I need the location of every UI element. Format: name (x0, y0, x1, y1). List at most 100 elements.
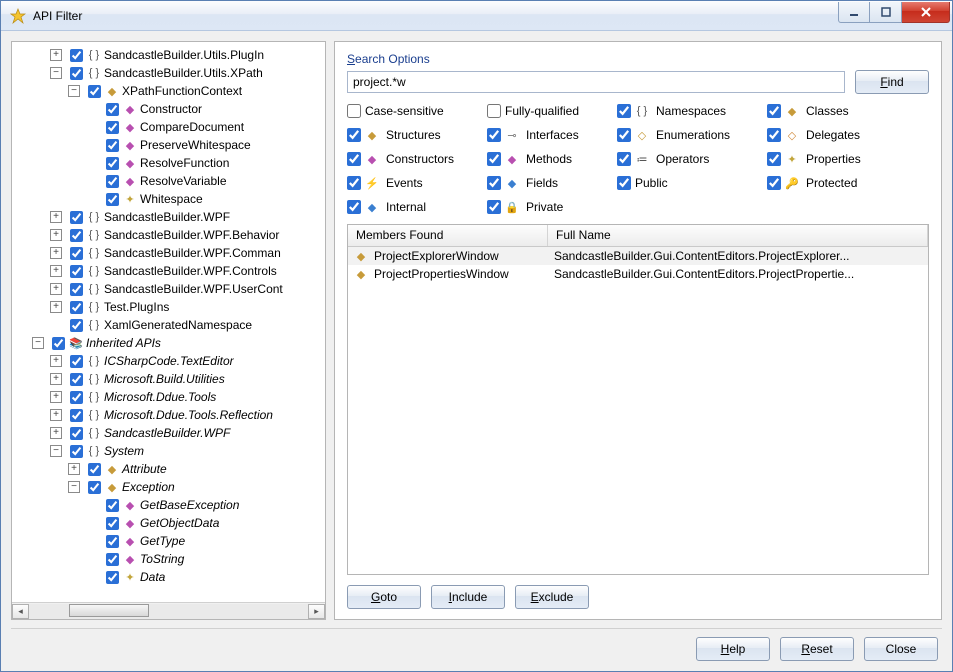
exclude-button[interactable]: Exclude (515, 585, 589, 609)
filter-option[interactable]: ◆Internal (347, 200, 487, 214)
tree-checkbox[interactable] (70, 409, 83, 422)
tree-checkbox[interactable] (106, 499, 119, 512)
filter-checkbox[interactable] (487, 104, 501, 118)
results-body[interactable]: ◆ProjectExplorerWindowSandcastleBuilder.… (348, 247, 928, 574)
tree-checkbox[interactable] (106, 139, 119, 152)
result-row[interactable]: ◆ProjectExplorerWindowSandcastleBuilder.… (348, 247, 928, 265)
filter-option[interactable]: { }Namespaces (617, 104, 767, 118)
expand-toggle[interactable]: + (50, 427, 62, 439)
tree-node[interactable]: +◆Attribute (14, 460, 325, 478)
result-row[interactable]: ◆ProjectPropertiesWindowSandcastleBuilde… (348, 265, 928, 283)
expand-toggle[interactable]: + (50, 373, 62, 385)
tree-checkbox[interactable] (106, 157, 119, 170)
expand-toggle[interactable]: + (50, 49, 62, 61)
tree-checkbox[interactable] (106, 571, 119, 584)
tree-node[interactable]: ✦Data (14, 568, 325, 586)
expand-toggle[interactable]: − (68, 85, 80, 97)
filter-checkbox[interactable] (617, 152, 631, 166)
tree-node[interactable]: +{ }SandcastleBuilder.WPF.Controls (14, 262, 325, 280)
filter-checkbox[interactable] (487, 200, 501, 214)
column-members-found[interactable]: Members Found (348, 225, 548, 246)
filter-checkbox[interactable] (487, 176, 501, 190)
titlebar[interactable]: API Filter (1, 1, 952, 31)
tree-node[interactable]: −◆Exception (14, 478, 325, 496)
tree-checkbox[interactable] (70, 373, 83, 386)
tree-node[interactable]: { }XamlGeneratedNamespace (14, 316, 325, 334)
tree-checkbox[interactable] (70, 49, 83, 62)
tree-scroll[interactable]: +{ }SandcastleBuilder.Utils.PlugIn−{ }Sa… (12, 42, 325, 602)
filter-option[interactable]: ⊸Interfaces (487, 128, 617, 142)
scroll-thumb[interactable] (69, 604, 149, 617)
filter-checkbox[interactable] (617, 104, 631, 118)
filter-option[interactable]: ⚡Events (347, 176, 487, 190)
tree-node[interactable]: −{ }System (14, 442, 325, 460)
tree-checkbox[interactable] (70, 301, 83, 314)
expand-toggle[interactable]: + (68, 463, 80, 475)
filter-option[interactable]: ◆Classes (767, 104, 897, 118)
tree-checkbox[interactable] (70, 67, 83, 80)
tree-node[interactable]: ◆ToString (14, 550, 325, 568)
tree-node[interactable]: −◆XPathFunctionContext (14, 82, 325, 100)
tree-node[interactable]: ◆ResolveVariable (14, 172, 325, 190)
close-dialog-button[interactable]: Close (864, 637, 938, 661)
tree-checkbox[interactable] (106, 175, 119, 188)
tree-checkbox[interactable] (88, 463, 101, 476)
filter-option[interactable]: ◆Structures (347, 128, 487, 142)
tree-node[interactable]: ◆PreserveWhitespace (14, 136, 325, 154)
filter-checkbox[interactable] (347, 104, 361, 118)
scroll-track[interactable] (29, 604, 308, 619)
tree-checkbox[interactable] (106, 103, 119, 116)
tree-checkbox[interactable] (106, 517, 119, 530)
expand-toggle[interactable]: + (50, 391, 62, 403)
tree-node[interactable]: −📚Inherited APIs (14, 334, 325, 352)
tree-node[interactable]: +{ }ICSharpCode.TextEditor (14, 352, 325, 370)
scroll-left-button[interactable]: ◂ (12, 604, 29, 619)
expand-toggle[interactable]: + (50, 355, 62, 367)
tree-checkbox[interactable] (70, 391, 83, 404)
tree-node[interactable]: +{ }Microsoft.Ddue.Tools (14, 388, 325, 406)
tree-node[interactable]: ◆ResolveFunction (14, 154, 325, 172)
tree-checkbox[interactable] (70, 283, 83, 296)
tree-checkbox[interactable] (70, 211, 83, 224)
tree-checkbox[interactable] (70, 229, 83, 242)
tree-checkbox[interactable] (70, 319, 83, 332)
filter-checkbox[interactable] (767, 176, 781, 190)
filter-checkbox[interactable] (347, 128, 361, 142)
tree-checkbox[interactable] (106, 121, 119, 134)
tree-node[interactable]: ◆Constructor (14, 100, 325, 118)
expand-toggle[interactable]: − (32, 337, 44, 349)
filter-option[interactable]: ✦Properties (767, 152, 897, 166)
close-button[interactable] (902, 2, 950, 23)
tree-node[interactable]: ◆GetType (14, 532, 325, 550)
tree-node[interactable]: ◆GetObjectData (14, 514, 325, 532)
expand-toggle[interactable]: − (50, 445, 62, 457)
tree-node[interactable]: +{ }Microsoft.Build.Utilities (14, 370, 325, 388)
tree-node[interactable]: +{ }SandcastleBuilder.WPF.Behavior (14, 226, 325, 244)
goto-button[interactable]: Goto (347, 585, 421, 609)
tree-checkbox[interactable] (106, 535, 119, 548)
tree-checkbox[interactable] (70, 355, 83, 368)
tree-node[interactable]: +{ }SandcastleBuilder.WPF (14, 424, 325, 442)
expand-toggle[interactable]: − (68, 481, 80, 493)
scroll-right-button[interactable]: ▸ (308, 604, 325, 619)
tree-checkbox[interactable] (70, 445, 83, 458)
filter-checkbox[interactable] (617, 128, 631, 142)
tree-node[interactable]: ✦Whitespace (14, 190, 325, 208)
include-button[interactable]: Include (431, 585, 505, 609)
filter-option[interactable]: ◆Methods (487, 152, 617, 166)
tree-node[interactable]: +{ }SandcastleBuilder.WPF.UserCont (14, 280, 325, 298)
tree-node[interactable]: ◆CompareDocument (14, 118, 325, 136)
filter-option[interactable]: ◆Fields (487, 176, 617, 190)
expand-toggle[interactable]: + (50, 301, 62, 313)
tree-node[interactable]: +{ }SandcastleBuilder.WPF (14, 208, 325, 226)
filter-checkbox[interactable] (487, 152, 501, 166)
expand-toggle[interactable]: + (50, 211, 62, 223)
filter-option[interactable]: 🔑Protected (767, 176, 897, 190)
filter-option[interactable]: 🔒Private (487, 200, 617, 214)
api-tree[interactable]: +{ }SandcastleBuilder.Utils.PlugIn−{ }Sa… (14, 46, 325, 586)
search-input[interactable] (347, 71, 845, 93)
filter-checkbox[interactable] (347, 200, 361, 214)
maximize-button[interactable] (870, 2, 902, 23)
filter-checkbox[interactable] (617, 176, 631, 190)
tree-checkbox[interactable] (88, 85, 101, 98)
